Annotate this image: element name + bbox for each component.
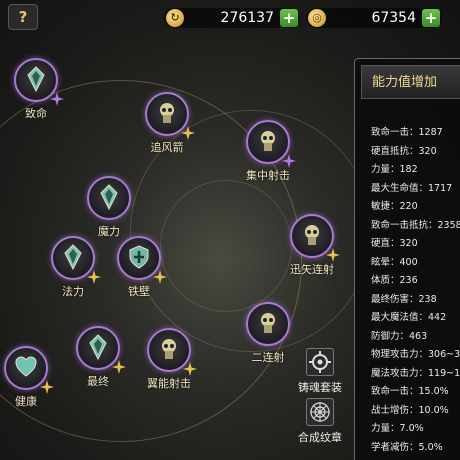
gold-star-badge-icon <box>112 360 126 374</box>
stat-row: 最大生命值：1717 <box>371 182 453 194</box>
add-gold-button[interactable]: + <box>422 9 440 27</box>
crystal-emblem-icon <box>64 244 82 270</box>
skill-node-mana[interactable]: 魔力 <box>69 176 149 239</box>
skill-label: 迅矢连射 <box>290 263 334 276</box>
compose-emblem-label: 合成纹章 <box>298 431 342 444</box>
skill-label: 铁壁 <box>128 285 150 298</box>
stat-row: 魔法攻击力：119~11 <box>371 367 460 379</box>
skill-label: 翼能射击 <box>147 377 191 390</box>
gold-star-badge-icon <box>181 126 195 140</box>
skill-orb <box>145 92 195 140</box>
skull-emblem-icon <box>162 339 176 359</box>
skill-node-focus-shot[interactable]: 集中射击 <box>228 120 308 183</box>
gold-star-badge-icon <box>326 248 340 262</box>
crystal-emblem-icon <box>27 66 45 92</box>
forge-set-button[interactable]: 铸魂套装 <box>290 348 350 395</box>
skill-label: 集中射击 <box>246 169 290 182</box>
skill-node-final[interactable]: 最终 <box>58 326 138 389</box>
stat-row: 防御力：463 <box>371 330 428 342</box>
skill-orb <box>246 302 290 346</box>
skull-emblem-icon <box>261 131 275 151</box>
skill-orb <box>51 236 101 284</box>
skill-node-critical[interactable]: 致命 <box>0 58 76 121</box>
skill-orb <box>4 346 54 394</box>
stats-panel-title: 能力值增加 <box>361 65 460 99</box>
stats-panel: 能力值增加 致命一击：1287 硬直抵抗：320 力量：182 最大生命值：17… <box>354 58 460 460</box>
gold-currency-value: 67354 <box>371 10 416 26</box>
purple-star-badge-icon <box>282 154 296 168</box>
skill-node-health[interactable]: 健康 <box>0 346 66 409</box>
stat-row: 敏捷：220 <box>371 201 418 212</box>
skill-orb <box>290 214 340 262</box>
crystal-currency-value: 276137 <box>220 10 274 26</box>
skill-orb <box>117 236 167 284</box>
stat-row: 致命一击：1287 <box>371 127 443 138</box>
stat-row: 力量：7.0% <box>371 423 424 434</box>
stat-row: 力量：182 <box>371 164 418 175</box>
crystal-currency-icon: ↻ <box>166 9 184 27</box>
heart-emblem-icon <box>15 356 37 377</box>
purple-star-badge-icon <box>50 92 64 106</box>
skull-emblem-icon <box>261 313 275 333</box>
skill-tree-screen: ? ↻ 276137 + ◎ 67354 + 致命 追风箭 集中射击 魔力 迅矢… <box>0 0 460 460</box>
compose-emblem-button[interactable]: 合成纹章 <box>290 398 350 445</box>
gear-emblem-icon <box>306 348 334 376</box>
stat-row: 硬直抵抗：320 <box>371 145 437 157</box>
skill-label: 健康 <box>15 395 37 408</box>
crystal-currency-display: ↻ 276137 + <box>164 8 300 28</box>
gold-star-badge-icon <box>40 380 54 394</box>
skill-label: 追风箭 <box>150 141 184 154</box>
skill-node-wind-arrow[interactable]: 追风箭 <box>127 92 207 155</box>
crystal-emblem-icon <box>100 184 118 210</box>
gold-star-badge-icon <box>183 362 197 376</box>
skill-orb <box>246 120 296 168</box>
stat-row: 学者减伤：5.0% <box>371 441 443 453</box>
gold-coin-icon: ◎ <box>308 9 326 27</box>
skill-label: 致命 <box>25 107 47 120</box>
gold-currency-display: ◎ 67354 + <box>306 8 442 28</box>
skill-label: 最终 <box>87 375 109 388</box>
help-button[interactable]: ? <box>8 4 38 30</box>
stat-row: 最终伤害：238 <box>371 293 437 305</box>
stat-row: 硬直：320 <box>371 238 418 249</box>
web-emblem-icon <box>306 398 334 426</box>
stat-row: 物理攻击力：306~3 <box>371 349 460 360</box>
skill-node-rapid-fire[interactable]: 迅矢连射 <box>272 214 352 277</box>
top-bar: ? ↻ 276137 + ◎ 67354 + <box>0 0 460 36</box>
stat-row: 致命一击抵抗：2358 <box>371 219 460 231</box>
stat-row: 最大魔法值：442 <box>371 312 447 323</box>
skill-orb <box>14 58 64 106</box>
skill-orb <box>76 326 126 374</box>
gold-star-badge-icon <box>153 270 167 284</box>
crystal-emblem-icon <box>89 334 107 360</box>
shield-cross-icon <box>129 245 149 269</box>
stat-row: 致命一击：15.0% <box>371 386 449 397</box>
skill-orb <box>147 328 197 376</box>
skill-orb <box>87 176 131 220</box>
stat-row: 眩晕：400 <box>371 256 418 268</box>
stat-row: 战士增伤：10.0% <box>371 404 449 416</box>
stats-list: 致命一击：1287 硬直抵抗：320 力量：182 最大生命值：1717 敏捷：… <box>371 124 460 457</box>
add-crystal-button[interactable]: + <box>280 9 298 27</box>
skill-node-iron-wall[interactable]: 铁壁 <box>99 236 179 299</box>
skull-emblem-icon <box>160 103 174 123</box>
stat-row: 体质：236 <box>371 275 418 286</box>
forge-set-label: 铸魂套装 <box>298 381 342 394</box>
skull-emblem-icon <box>305 225 319 245</box>
skill-node-wing-shot[interactable]: 翼能射击 <box>129 328 209 391</box>
